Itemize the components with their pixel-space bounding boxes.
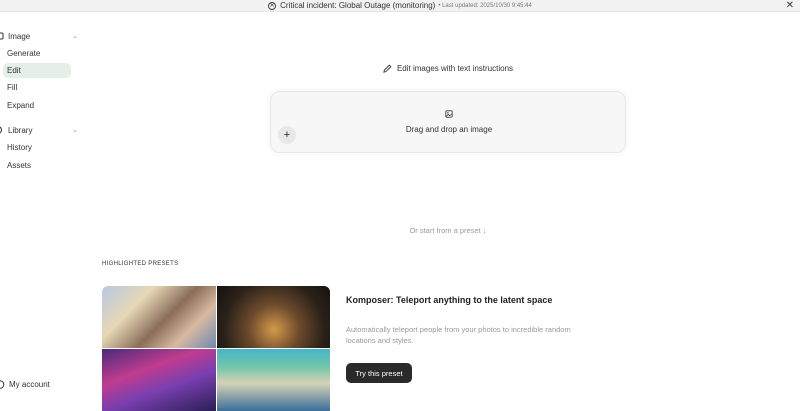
x-circle-icon: ✕ [268,1,277,10]
section-heading: HIGHLIGHTED PRESETS [102,261,179,267]
close-banner-button[interactable]: ✕ [786,0,794,11]
incident-text: Critical incident: Global Outage (monito… [280,1,436,10]
sidebar-item-label: Expand [7,101,35,110]
sidebar-item-label: History [7,143,32,152]
sidebar-group-library[interactable]: Library ⌄ [0,122,84,138]
thumbnail-image [217,286,330,348]
add-image-button[interactable]: + [278,126,296,144]
sidebar-item-label: Edit [7,66,21,75]
image-dropzone[interactable]: Drag and drop an image + [270,91,626,153]
pencil-icon [383,64,392,73]
preset-hint: Or start from a preset ↓ [409,226,487,235]
last-updated-text: • Last updated: 2025/10/30 9:45:44 [438,2,532,9]
sidebar-group-image[interactable]: Image ⌄ [0,28,84,44]
sidebar-item-edit[interactable]: Edit [3,63,71,78]
page-title-text: Edit images with text instructions [396,64,514,73]
chevron-down-icon: ⌄ [72,127,78,134]
library-group-icon [0,126,4,134]
incident-banner: ✕ Critical incident: Global Outage (moni… [0,0,800,12]
sidebar-item-assets[interactable]: Assets [3,158,71,173]
sidebar-item-history[interactable]: History [3,140,71,155]
thumbnail-image [217,349,330,411]
account-icon [0,380,5,389]
sidebar-item-generate[interactable]: Generate [3,46,71,61]
thumbnail-image [102,286,216,348]
preset-title: Komposer: Teleport anything to the laten… [346,295,553,305]
thumbnail-image [102,349,216,411]
sidebar-item-fill[interactable]: Fill [3,80,71,95]
image-group-icon [0,32,4,40]
preset-description: Automatically teleport people from your … [346,325,571,345]
sidebar-item-expand[interactable]: Expand [3,98,71,113]
chevron-down-icon: ⌄ [72,33,78,40]
my-account-link[interactable]: My account [0,380,50,389]
sidebar-item-label: Generate [7,49,41,58]
preset-thumbnail[interactable] [102,286,330,411]
page-title: Edit images with text instructions [88,64,800,73]
sidebar-group-library-label: Library [8,125,33,135]
sidebar-group-image-label: Image [8,31,31,41]
try-preset-button[interactable]: Try this preset [346,363,412,383]
sidebar-item-label: Assets [7,161,32,170]
main-content: Edit images with text instructions Drag … [88,12,800,411]
dropzone-text: Drag and drop an image [405,125,493,134]
image-icon [445,110,453,118]
my-account-label: My account [9,380,50,389]
sidebar-item-label: Fill [7,83,18,92]
sidebar: Image ⌄ Generate Edit Fill Expand Librar… [0,12,88,411]
